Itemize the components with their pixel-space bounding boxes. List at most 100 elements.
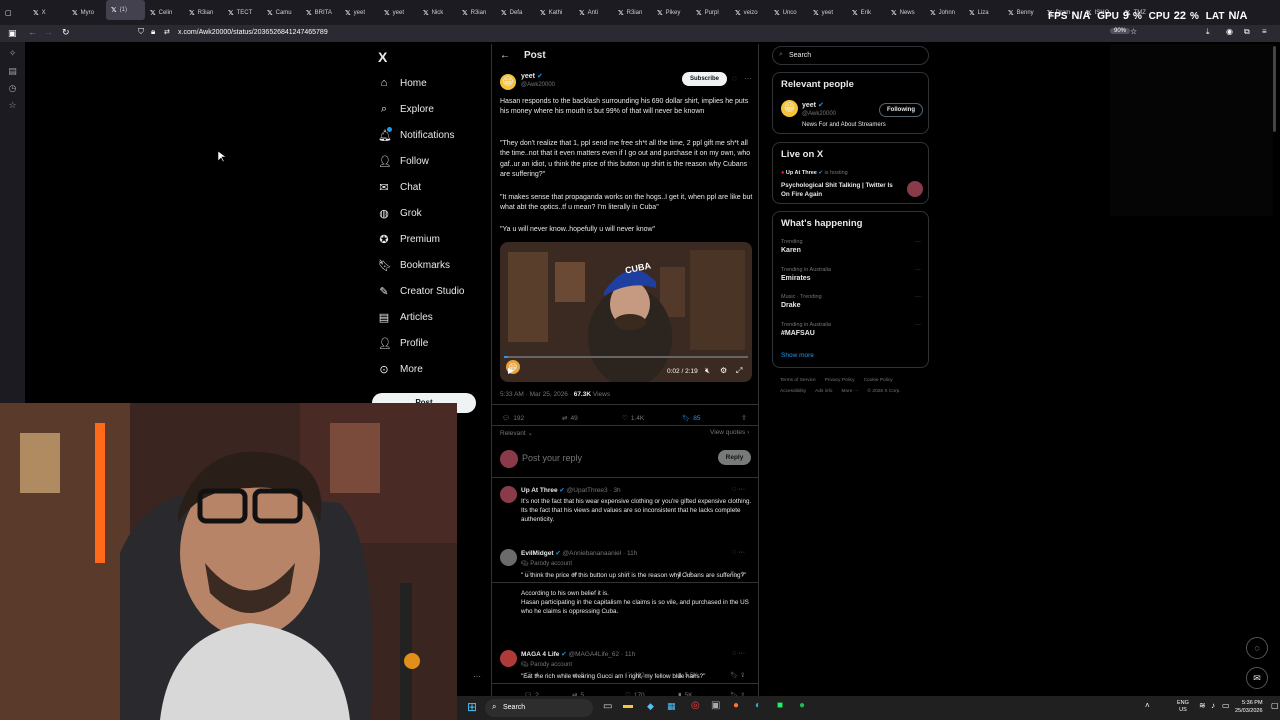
shield-icon[interactable]: ⛉ — [138, 27, 144, 37]
person-name[interactable]: yeet ✔ — [802, 101, 824, 109]
view-quotes-link[interactable]: View quotes › — [710, 429, 749, 436]
browser-tab[interactable]: 𝕏 TECT — [223, 0, 262, 25]
reload-icon[interactable]: ↻ — [62, 27, 70, 38]
browser-tab[interactable]: 𝕏 Erik — [847, 0, 886, 25]
trend-more-icon[interactable]: ··· — [915, 239, 921, 245]
back-icon[interactable]: ← — [28, 27, 37, 37]
history-icon[interactable]: ▤ — [7, 66, 18, 77]
reply-avatar[interactable] — [500, 650, 517, 667]
browser-tab[interactable]: 𝕏 Myro — [67, 0, 106, 25]
repost-action[interactable]: ⇄ 49 — [562, 414, 578, 423]
trend-more-icon[interactable]: ··· — [915, 322, 921, 328]
reply-avatar[interactable] — [500, 549, 517, 566]
nav-item-notifications[interactable]: 🔔︎ Notifications — [378, 125, 454, 145]
grok-icon[interactable]: ◌ ··· — [732, 549, 745, 556]
browser-tab[interactable]: 𝕏 Benny — [1003, 0, 1042, 25]
trend-more-icon[interactable]: ··· — [915, 267, 921, 273]
reply-avatar[interactable] — [500, 486, 517, 503]
nav-item-home[interactable]: ⌂ Home — [378, 73, 427, 93]
trend-item[interactable]: Music · Trending Drake ··· — [781, 294, 921, 309]
nav-item-explore[interactable]: ⌕ Explore — [378, 99, 434, 119]
author-avatar[interactable]: 😁 — [500, 74, 516, 90]
browser-tab[interactable]: 𝕏 Liza — [964, 0, 1003, 25]
share-icon[interactable]: ⇪ — [741, 414, 747, 422]
show-more-link[interactable]: Show more — [781, 352, 814, 359]
video-player[interactable]: CUBA 😁 ▶ 0:02 / 2:19 🔇︎ ⚙ ⤢ — [500, 242, 752, 382]
url-input[interactable]: x.com/Awk20000/status/203652684124746578… — [178, 29, 328, 36]
language-indicator[interactable]: ENG US — [1177, 700, 1189, 714]
my-avatar[interactable] — [500, 450, 518, 468]
footer-link[interactable]: © 2026 X Corp. — [868, 389, 901, 394]
battery-icon[interactable]: ▭ — [1222, 701, 1230, 710]
settings-icon[interactable]: ⚙ — [720, 366, 727, 375]
tab-list-icon[interactable]: ▢ — [0, 0, 28, 25]
zoom-indicator[interactable]: 90% — [1110, 28, 1131, 34]
browser-tab[interactable]: 𝕏 Camu — [262, 0, 301, 25]
bookmark-star-icon[interactable]: ☆ — [1130, 27, 1137, 36]
bookmark-action[interactable]: 🔖︎ 85 — [682, 414, 701, 423]
browser-tab[interactable]: 𝕏yeet — [379, 0, 418, 25]
nav-item-more[interactable]: ⊙ More — [378, 359, 422, 379]
reply-author[interactable]: Up At Three ✔ @UpatThree3 · 3h — [521, 486, 621, 494]
volume-icon[interactable]: ♪ — [1211, 701, 1215, 710]
live-on-x-card[interactable]: Live on X ● Up At Three ✔ is hosting Psy… — [772, 142, 929, 204]
edge-icon[interactable]: ◐ — [755, 700, 761, 711]
spotify-icon[interactable]: ● — [799, 700, 805, 711]
nav-item-grok[interactable]: ◍ Grok — [378, 203, 421, 223]
browser-tab[interactable]: 𝕏 Nick — [418, 0, 457, 25]
trend-item[interactable]: Trending in Australia Emirates ··· — [781, 267, 921, 282]
sidebar-toggle-icon[interactable]: ▣ — [8, 28, 17, 39]
task-view-icon[interactable]: ▭ — [603, 701, 612, 712]
extensions-icon[interactable]: ⧉ — [1244, 27, 1250, 37]
grok-icon[interactable]: ◌ ··· — [732, 650, 745, 657]
browser-tab[interactable]: 𝕏 Defa — [496, 0, 535, 25]
nav-item-articles[interactable]: ▤ Articles — [378, 307, 433, 327]
person-handle[interactable]: @Awk20000 — [802, 111, 836, 117]
browser-tab[interactable]: 𝕏 Unco — [769, 0, 808, 25]
bookmarks-icon[interactable]: ☆ — [7, 100, 18, 111]
browser-tab[interactable]: 𝕏veizo — [730, 0, 769, 25]
footer-link[interactable]: Accessibility — [780, 389, 806, 394]
app-icon[interactable]: ■ — [777, 700, 783, 711]
video-progress-track[interactable] — [504, 356, 748, 358]
browser-tab[interactable]: 𝕏 Purpl — [691, 0, 730, 25]
reply-button[interactable]: Reply — [718, 450, 751, 465]
wifi-icon[interactable]: ≋ — [1199, 701, 1206, 710]
back-arrow-icon[interactable]: ← — [500, 50, 510, 61]
author-handle[interactable]: @Awk20000 — [521, 82, 555, 88]
browser-tab[interactable]: 𝕏yeet — [340, 0, 379, 25]
browser-tab[interactable]: 𝕏 BRITA — [301, 0, 340, 25]
reply-author[interactable]: EvilMidget ✔ @Anniebananaaniel · 11h — [521, 549, 637, 557]
browser-tab[interactable]: 𝕏 R3ian — [457, 0, 496, 25]
reply-input[interactable]: Post your reply — [522, 453, 582, 463]
clock[interactable]: 5:36 PM 25/03/2026 — [1235, 699, 1263, 715]
nav-item-premium[interactable]: ✪ Premium — [378, 229, 440, 249]
footer-link[interactable]: Ads info — [815, 389, 832, 394]
browser-tab[interactable]: 𝕏 Celin — [145, 0, 184, 25]
chrome-icon[interactable]: ◎ — [691, 700, 700, 711]
trend-item[interactable]: Trending Karen ··· — [781, 239, 921, 254]
account-icon[interactable]: ◉ — [1226, 27, 1233, 36]
fullscreen-icon[interactable]: ⤢ — [736, 366, 742, 376]
app-icon[interactable]: ▣ — [711, 700, 720, 711]
nav-item-creator-studio[interactable]: ✎ Creator Studio — [378, 281, 464, 301]
nav-item-chat[interactable]: ✉ Chat — [378, 177, 421, 197]
taskbar-search[interactable]: ⌕ Search — [485, 699, 593, 717]
browser-tab[interactable]: 𝕏 Anti — [574, 0, 613, 25]
forward-icon[interactable]: → — [44, 27, 53, 37]
following-button[interactable]: Following — [879, 103, 923, 117]
start-icon[interactable]: ⊞ — [467, 701, 480, 714]
sort-relevant-dropdown[interactable]: Relevant ⌄ — [500, 429, 533, 437]
more-dots-icon[interactable]: ··· — [473, 672, 481, 681]
nav-item-profile[interactable]: 👤︎ Profile — [378, 333, 428, 353]
more-options-icon[interactable]: ··· — [744, 74, 752, 83]
trend-more-icon[interactable]: ··· — [915, 294, 921, 300]
tray-chevron-icon[interactable]: ˄ — [1145, 701, 1150, 710]
app-icon[interactable]: ◆ — [647, 701, 654, 712]
grok-icon[interactable]: ◌ ··· — [732, 486, 745, 493]
reply-author[interactable]: MAGA 4 Life ✔ @MAGA4Life_62 · 11h — [521, 650, 635, 658]
mute-icon[interactable]: 🔇︎ — [705, 366, 710, 376]
grok-float-icon[interactable]: ◌ — [1246, 637, 1268, 659]
browser-tab[interactable]: 𝕏 Johnn — [925, 0, 964, 25]
play-icon[interactable]: ▶ — [508, 366, 514, 375]
